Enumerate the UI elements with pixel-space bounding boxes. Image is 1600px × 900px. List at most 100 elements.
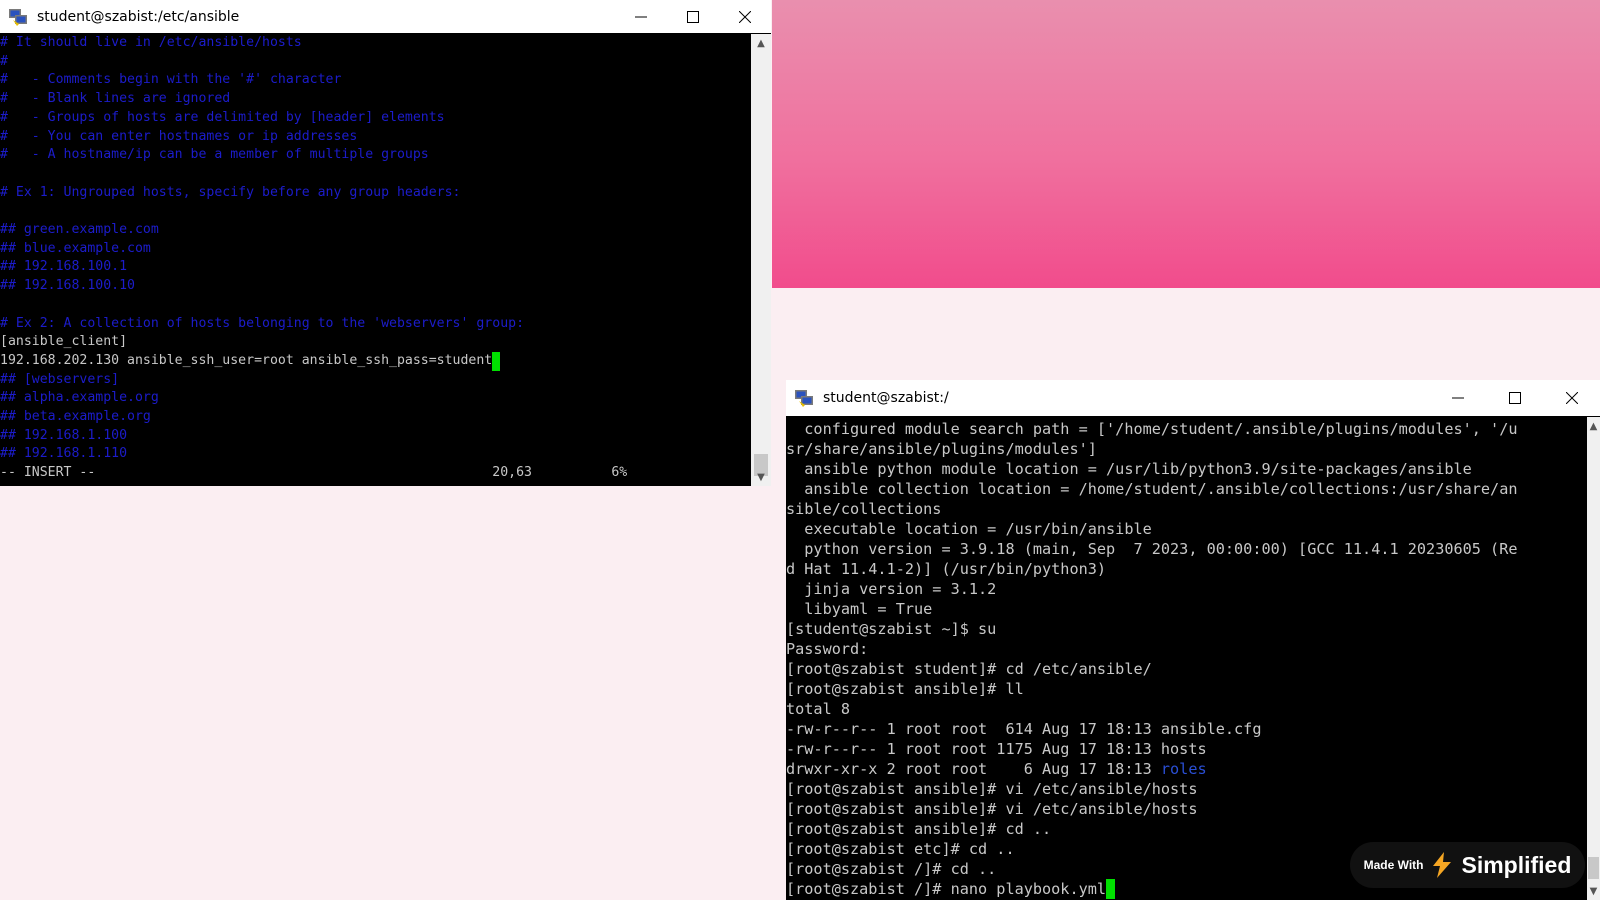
terminal-line: -- INSERT -- 20,63 6% bbox=[0, 464, 751, 483]
terminal-window-root[interactable]: student@szabist:/ configured module sear… bbox=[786, 380, 1600, 900]
close-button[interactable] bbox=[719, 0, 771, 33]
terminal-line: [root@szabist ansible]# vi /etc/ansible/… bbox=[786, 779, 1587, 799]
terminal-line-text: d Hat 11.4.1-2)] (/usr/bin/python3) bbox=[786, 560, 1107, 578]
close-button[interactable] bbox=[1543, 380, 1600, 416]
maximize-button[interactable] bbox=[667, 0, 719, 33]
badge-made-with: Made With bbox=[1363, 858, 1424, 872]
terminal-line-text: [root@szabist etc]# cd .. bbox=[786, 840, 1015, 858]
maximize-icon bbox=[1508, 392, 1521, 404]
scrollbar[interactable]: ▲ ▼ bbox=[1587, 417, 1600, 900]
text-cursor bbox=[492, 351, 501, 371]
scroll-up-icon[interactable]: ▲ bbox=[751, 34, 771, 52]
terminal-line-text: [root@szabist ansible]# vi /etc/ansible/… bbox=[786, 780, 1198, 798]
putty-icon bbox=[9, 8, 27, 26]
title-bar[interactable]: student@szabist:/etc/ansible bbox=[0, 0, 771, 33]
terminal-output[interactable]: configured module search path = ['/home/… bbox=[786, 417, 1587, 900]
terminal-line: # - Comments begin with the '#' characte… bbox=[0, 71, 751, 90]
terminal-line-text: # Ex 2: A collection of hosts belonging … bbox=[0, 315, 525, 331]
terminal-line: # - Groups of hosts are delimited by [he… bbox=[0, 109, 751, 128]
terminal-line: # - A hostname/ip can be a member of mul… bbox=[0, 146, 751, 165]
terminal-line-text: # - Comments begin with the '#' characte… bbox=[0, 72, 342, 88]
terminal-line: # - Blank lines are ignored bbox=[0, 90, 751, 109]
scroll-down-icon[interactable]: ▼ bbox=[751, 468, 771, 486]
terminal-line: ## 192.168.100.1 bbox=[0, 258, 751, 277]
terminal-line-text: ## blue.example.com bbox=[0, 240, 151, 256]
terminal-line-text: jinja version = 3.1.2 bbox=[786, 580, 997, 598]
pink-banner bbox=[772, 0, 1600, 288]
terminal-line-text: # - You can enter hostnames or ip addres… bbox=[0, 128, 358, 144]
terminal-line-text: ansible python module location = /usr/li… bbox=[786, 460, 1472, 478]
terminal-line-text: ## 192.168.100.1 bbox=[0, 259, 128, 275]
terminal-line: ## 192.168.100.10 bbox=[0, 277, 751, 296]
terminal-line-text: [root@szabist ansible]# ll bbox=[786, 680, 1024, 698]
terminal-line: -rw-r--r-- 1 root root 614 Aug 17 18:13 … bbox=[786, 719, 1587, 739]
terminal-line-text: -rw-r--r-- 1 root root 1175 Aug 17 18:13… bbox=[786, 740, 1207, 758]
terminal-line-text: drwxr-xr-x 2 root root 6 Aug 17 18:13 bbox=[786, 760, 1161, 778]
terminal-line: ## [webservers] bbox=[0, 371, 751, 390]
terminal-line-text: # - Blank lines are ignored bbox=[0, 91, 231, 107]
title-bar[interactable]: student@szabist:/ bbox=[786, 380, 1600, 416]
scroll-down-icon[interactable]: ▼ bbox=[1587, 882, 1600, 900]
terminal-window-etc-ansible[interactable]: student@szabist:/etc/ansible # It should… bbox=[0, 0, 771, 486]
close-icon bbox=[1565, 392, 1578, 404]
terminal-line-text: ## beta.example.org bbox=[0, 409, 151, 425]
terminal-output[interactable]: # It should live in /etc/ansible/hosts # #… bbox=[0, 34, 751, 486]
simplified-logo-icon bbox=[1433, 852, 1452, 878]
maximize-button[interactable] bbox=[1486, 380, 1543, 416]
terminal-line: python version = 3.9.18 (main, Sep 7 202… bbox=[786, 539, 1587, 559]
terminal-line-text: # - A hostname/ip can be a member of mul… bbox=[0, 147, 429, 163]
scrollbar[interactable]: ▲ ▼ bbox=[751, 34, 771, 486]
directory-name: roles bbox=[1160, 760, 1207, 778]
made-with-simplified-badge[interactable]: Made With Simplified bbox=[1350, 842, 1585, 888]
terminal-line-text: [root@szabist /]# nano playbook.yml bbox=[786, 880, 1107, 898]
terminal-line: # Ex 1: Ungrouped hosts, specify before … bbox=[0, 184, 751, 203]
terminal-line: jinja version = 3.1.2 bbox=[786, 579, 1587, 599]
terminal-line: 192.168.202.130 ansible_ssh_user=root an… bbox=[0, 351, 751, 371]
terminal-line: -rw-r--r-- 1 root root 1175 Aug 17 18:13… bbox=[786, 739, 1587, 759]
terminal-line-text: ## 192.168.1.100 bbox=[0, 427, 128, 443]
terminal-line: [root@szabist ansible]# ll bbox=[786, 679, 1587, 699]
terminal-line: [student@szabist ~]$ su bbox=[786, 619, 1587, 639]
terminal-line-text: # - Groups of hosts are delimited by [he… bbox=[0, 109, 445, 125]
terminal-line-text: # It should live in /etc/ansible/hosts bbox=[0, 35, 302, 50]
badge-brand: Simplified bbox=[1461, 851, 1572, 878]
terminal-line: [root@szabist student]# cd /etc/ansible/ bbox=[786, 659, 1587, 679]
minimize-button[interactable] bbox=[1429, 380, 1486, 416]
terminal-line-text: configured module search path = ['/home/… bbox=[786, 420, 1518, 438]
terminal-line-text: python version = 3.9.18 (main, Sep 7 202… bbox=[786, 540, 1518, 558]
terminal-line-text: sible/collections bbox=[786, 500, 942, 518]
scroll-thumb[interactable] bbox=[1588, 857, 1599, 879]
terminal-line-text: Password: bbox=[786, 640, 869, 658]
minimize-button[interactable] bbox=[615, 0, 667, 33]
terminal-line: ansible collection location = /home/stud… bbox=[786, 479, 1587, 499]
terminal-line-text: # bbox=[0, 53, 8, 69]
terminal-line: sible/collections bbox=[786, 499, 1587, 519]
terminal-line: ansible python module location = /usr/li… bbox=[786, 459, 1587, 479]
minimize-icon bbox=[1451, 397, 1464, 399]
terminal-line-text: [root@szabist /]# cd .. bbox=[786, 860, 997, 878]
terminal-line: ## blue.example.com bbox=[0, 240, 751, 259]
terminal-line-text: ## 192.168.1.110 bbox=[0, 446, 128, 462]
terminal-line-text: executable location = /usr/bin/ansible bbox=[786, 520, 1152, 538]
terminal-line-text: ## alpha.example.org bbox=[0, 390, 159, 406]
terminal-line-text: [root@szabist student]# cd /etc/ansible/ bbox=[786, 660, 1152, 678]
terminal-line-text: [root@szabist ansible]# cd .. bbox=[786, 820, 1052, 838]
terminal-line-text: total 8 bbox=[786, 700, 851, 718]
terminal-line-text: ## green.example.com bbox=[0, 222, 159, 238]
terminal-line: d Hat 11.4.1-2)] (/usr/bin/python3) bbox=[786, 559, 1587, 579]
terminal-line: ## beta.example.org bbox=[0, 408, 751, 427]
terminal-line: [root@szabist ansible]# cd .. bbox=[786, 819, 1587, 839]
terminal-line-text: [ansible_client] bbox=[0, 334, 128, 350]
terminal-line: ## 192.168.1.110 bbox=[0, 445, 751, 464]
terminal-line: # Ex 2: A collection of hosts belonging … bbox=[0, 315, 751, 334]
scroll-up-icon[interactable]: ▲ bbox=[1587, 417, 1600, 435]
terminal-line-text: -rw-r--r-- 1 root root 614 Aug 17 18:13 … bbox=[786, 720, 1262, 738]
terminal-line-text: libyaml = True bbox=[786, 600, 933, 618]
terminal-line-text: [root@szabist ansible]# vi /etc/ansible/… bbox=[786, 800, 1198, 818]
terminal-line: # bbox=[0, 53, 751, 72]
terminal-line: # It should live in /etc/ansible/hosts bbox=[0, 34, 751, 53]
terminal-line-text: # Ex 1: Ungrouped hosts, specify before … bbox=[0, 184, 461, 200]
